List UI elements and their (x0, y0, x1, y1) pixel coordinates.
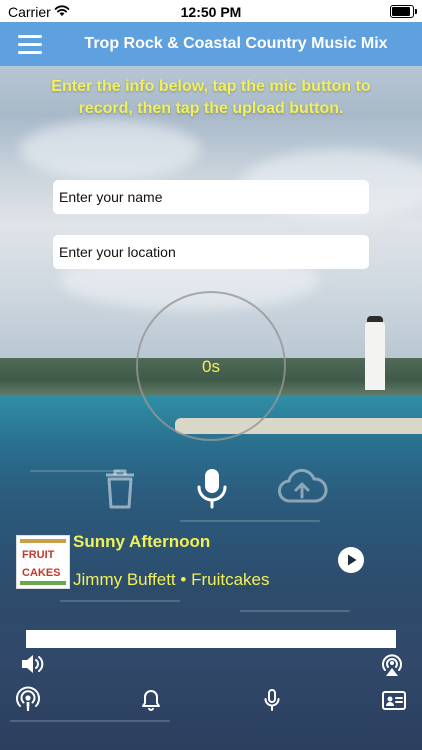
podcast-icon[interactable] (14, 686, 42, 714)
wave (180, 520, 320, 522)
cloud (20, 120, 200, 180)
location-input[interactable] (53, 235, 369, 269)
playback-progress-bar[interactable] (26, 630, 396, 648)
lighthouse (365, 322, 385, 390)
svg-text:FRUIT: FRUIT (22, 549, 55, 561)
status-bar: Carrier 12:50 PM (0, 0, 422, 22)
wave (60, 600, 180, 602)
battery-icon (390, 5, 417, 18)
tab-bar (0, 682, 422, 716)
album-art: FRUIT CAKES (16, 535, 70, 589)
svg-text:CAKES: CAKES (22, 567, 61, 579)
microphone-icon[interactable] (258, 686, 286, 714)
trash-icon[interactable] (100, 465, 140, 513)
cloud-upload-icon[interactable] (274, 465, 330, 513)
contact-card-icon[interactable] (380, 686, 408, 714)
airplay-icon[interactable] (378, 651, 406, 677)
record-timer: 0s (202, 357, 220, 376)
hamburger-menu-icon[interactable] (18, 32, 42, 56)
wave (10, 720, 170, 722)
wave (240, 610, 350, 612)
microphone-icon[interactable] (192, 465, 232, 513)
bell-icon[interactable] (137, 686, 165, 714)
song-artist: Jimmy Buffett (73, 570, 176, 589)
name-input[interactable] (53, 180, 369, 214)
meta-separator: • (180, 570, 187, 589)
nav-bar: Trop Rock & Coastal Country Music Mix (0, 22, 422, 66)
song-title: Sunny Afternoon (73, 532, 211, 551)
speaker-icon[interactable] (20, 652, 46, 676)
app-title: Trop Rock & Coastal Country Music Mix (84, 35, 388, 52)
song-artist-album: Jimmy Buffett • Fruitcakes (73, 570, 270, 590)
clock: 12:50 PM (180, 4, 242, 20)
instructions-text: Enter the info below, tap the mic button… (51, 78, 371, 117)
song-album: Fruitcakes (191, 570, 270, 589)
play-icon[interactable] (338, 547, 364, 573)
